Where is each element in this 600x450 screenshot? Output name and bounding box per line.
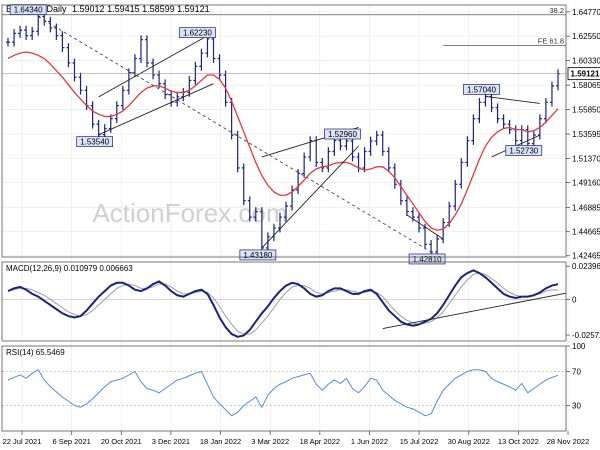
time-tick-label: 15 Jul 2022 (400, 437, 439, 446)
price-annotation-label: 1.62230 (183, 29, 212, 38)
current-price-label: 1.59121 (571, 70, 600, 79)
header-ohlc: 1.59012 1.59415 1.58599 1.59121 (72, 4, 210, 14)
price-tick-label: 1.60330 (572, 56, 600, 65)
fib-level-label: 38.2 (549, 6, 564, 15)
price-annotation-label: 1.53540 (80, 138, 109, 147)
rsi-title: RSI(14) 65.5469 (6, 348, 65, 357)
time-tick-label: 6 Sep 2021 (52, 437, 90, 446)
time-tick-label: 28 Nov 2022 (547, 437, 590, 446)
price-annotation-label: 1.57040 (467, 85, 496, 94)
time-tick-label: 18 Apr 2022 (300, 437, 340, 446)
time-tick-label: 1 Jun 2022 (351, 437, 388, 446)
price-tick-label: 1.44665 (572, 228, 600, 237)
time-tick-label: 22 Jul 2021 (3, 437, 42, 446)
price-tick-label: 1.55850 (572, 105, 600, 114)
price-annotation-label: 1.42810 (413, 255, 442, 264)
macd-tick-label: 0 (572, 295, 577, 304)
chart-background (0, 0, 600, 450)
macd-tick-label: -0.025726 (572, 331, 600, 340)
price-tick-label: 1.62550 (572, 32, 600, 41)
price-tick-label: 1.49160 (572, 179, 600, 188)
price-tick-label: 1.64770 (572, 8, 600, 17)
price-tick-label: 1.42465 (572, 252, 600, 261)
time-tick-label: 3 Mar 2022 (251, 437, 289, 446)
time-tick-label: 20 Oct 2021 (101, 437, 142, 446)
price-annotation-label: 1.52730 (509, 147, 538, 156)
time-tick-label: 18 Jan 2022 (200, 437, 241, 446)
fib-level-label: FE 61.8 (538, 36, 564, 45)
macd-title: MACD(12,26,9) 0.010979 0.006663 (6, 264, 133, 273)
rsi-tick-label: 70 (572, 368, 581, 377)
price-tick-label: 1.53595 (572, 130, 600, 139)
rsi-tick-label: 30 (572, 402, 581, 411)
time-tick-label: 30 Aug 2022 (448, 437, 490, 446)
time-tick-label: 3 Dec 2021 (152, 437, 190, 446)
rsi-tick-label: 100 (572, 342, 586, 351)
price-tick-label: 1.46885 (572, 203, 600, 212)
price-annotation-label: 1.43180 (243, 251, 272, 260)
macd-tick-label: 0.023963 (572, 262, 600, 271)
price-tick-label: 1.58065 (572, 81, 600, 90)
price-annotation-label: 1.52960 (328, 130, 357, 139)
price-tick-label: 1.51370 (572, 154, 600, 163)
time-tick-label: 13 Oct 2022 (498, 437, 539, 446)
euraud-daily-chart: ActionForex.com EURAUD,Daily 1.59012 1.5… (0, 0, 600, 450)
price-annotation-label: 1.64340 (14, 6, 43, 15)
watermark: ActionForex.com (92, 198, 287, 228)
